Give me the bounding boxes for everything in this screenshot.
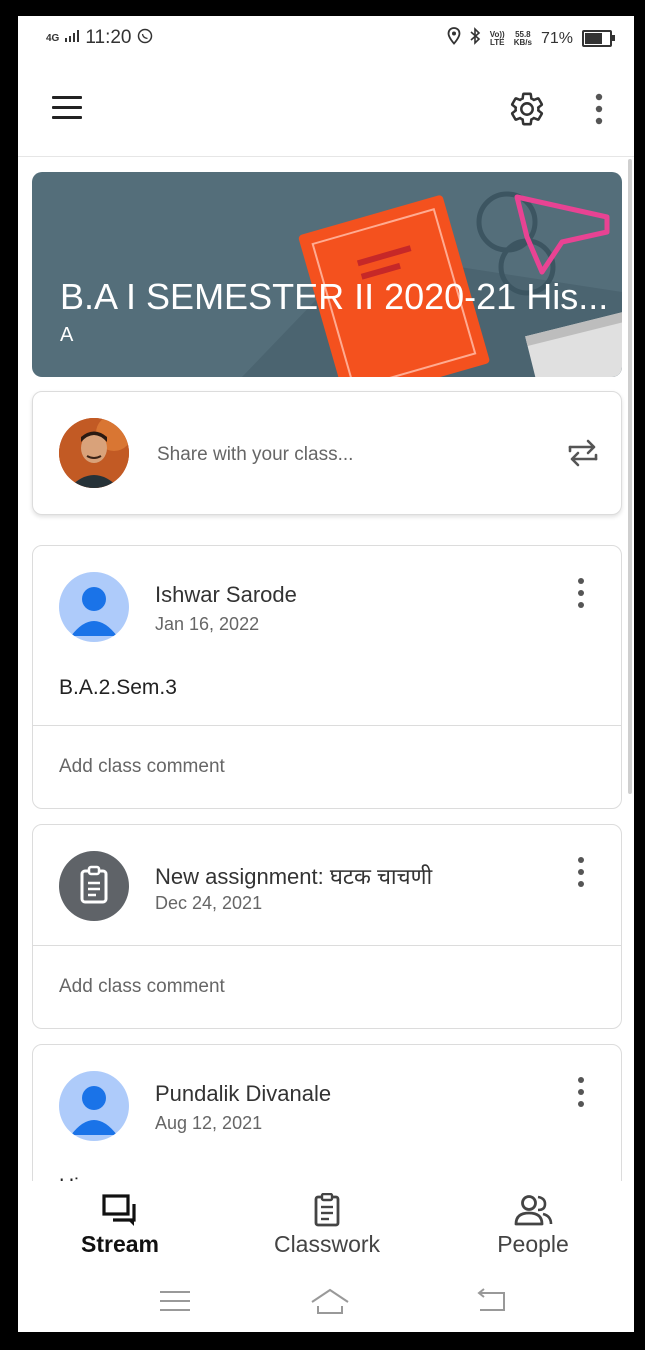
gear-icon[interactable]	[508, 90, 546, 128]
post-title: New assignment: घटक चाचणी	[155, 864, 433, 889]
stream-post[interactable]: Pundalik Divanale Aug 12, 2021 Hi	[32, 1044, 622, 1181]
post-date: Dec 24, 2021	[155, 893, 263, 913]
tab-people[interactable]: People	[443, 1193, 623, 1258]
share-announcement-card[interactable]: Share with your class...	[32, 391, 622, 515]
author-avatar-icon[interactable]	[59, 572, 129, 642]
tab-classwork[interactable]: Classwork	[237, 1193, 417, 1258]
add-comment-label[interactable]: Add class comment	[59, 976, 225, 998]
repost-icon[interactable]	[565, 434, 601, 470]
banner-illustration	[242, 191, 622, 377]
home-icon[interactable]	[308, 1286, 352, 1316]
system-navigation-bar	[18, 1268, 634, 1332]
tab-classwork-label: Classwork	[273, 1231, 381, 1257]
network-indicator: 4G	[46, 32, 60, 44]
battery-percentage: 71%	[540, 29, 573, 47]
more-vertical-icon[interactable]	[586, 92, 612, 126]
battery-fill	[585, 33, 603, 44]
signal-icon	[65, 29, 80, 47]
people-icon	[514, 1195, 553, 1226]
class-banner[interactable]: B.A I SEMESTER II 2020-21 His... A	[32, 172, 622, 377]
volte-indicator: Vo)) LTE	[489, 30, 505, 47]
post-author: Ishwar Sarode	[155, 582, 297, 607]
whatsapp-icon	[137, 28, 153, 49]
post-more-icon[interactable]	[569, 576, 593, 610]
scrollbar[interactable]	[628, 159, 632, 794]
battery-icon	[582, 30, 615, 47]
add-comment-row[interactable]: Add class comment	[33, 945, 621, 1028]
stream-feed[interactable]: B.A I SEMESTER II 2020-21 His... A Share…	[18, 157, 634, 1181]
status-time: 11:20	[85, 27, 132, 48]
tab-people-label: People	[497, 1231, 569, 1257]
status-bar: 4G 11:20 Vo)) LTE 55.8 KB/s 71%	[18, 16, 634, 64]
class-section: A	[60, 324, 74, 346]
volte-bottom-text: LTE	[489, 37, 505, 47]
add-comment-label[interactable]: Add class comment	[59, 756, 225, 778]
add-comment-row[interactable]: Add class comment	[33, 725, 621, 808]
location-icon	[447, 27, 461, 50]
phone-screen: 4G 11:20 Vo)) LTE 55.8 KB/s 71% B.A I SE…	[18, 16, 634, 1332]
bottom-navigation: Stream Classwork People	[18, 1181, 634, 1268]
stream-icon	[102, 1194, 136, 1226]
post-author: Pundalik Divanale	[155, 1081, 332, 1106]
network-speed: 55.8 KB/s	[513, 30, 532, 47]
assignment-icon[interactable]	[59, 851, 129, 921]
post-more-icon[interactable]	[569, 855, 593, 889]
stream-post[interactable]: Ishwar Sarode Jan 16, 2022 B.A.2.Sem.3 A…	[32, 545, 622, 809]
class-title: B.A I SEMESTER II 2020-21 His...	[60, 276, 609, 317]
author-avatar-icon[interactable]	[59, 1071, 129, 1141]
tab-stream[interactable]: Stream	[30, 1193, 210, 1258]
back-icon[interactable]	[472, 1286, 512, 1316]
share-input-placeholder[interactable]: Share with your class...	[157, 444, 353, 466]
stream-post[interactable]: New assignment: घटक चाचणी Dec 24, 2021 A…	[32, 824, 622, 1029]
app-bar	[18, 64, 634, 157]
speed-unit: KB/s	[513, 37, 532, 47]
post-date: Jan 16, 2022	[155, 614, 260, 634]
bluetooth-icon	[470, 27, 481, 50]
post-date: Aug 12, 2021	[155, 1113, 263, 1133]
tab-stream-label: Stream	[81, 1231, 159, 1257]
hamburger-menu-icon[interactable]	[52, 96, 82, 120]
post-body: B.A.2.Sem.3	[59, 676, 177, 699]
recent-apps-icon[interactable]	[156, 1286, 196, 1316]
classwork-icon	[314, 1193, 340, 1227]
user-avatar[interactable]	[59, 418, 129, 488]
post-more-icon[interactable]	[569, 1075, 593, 1109]
